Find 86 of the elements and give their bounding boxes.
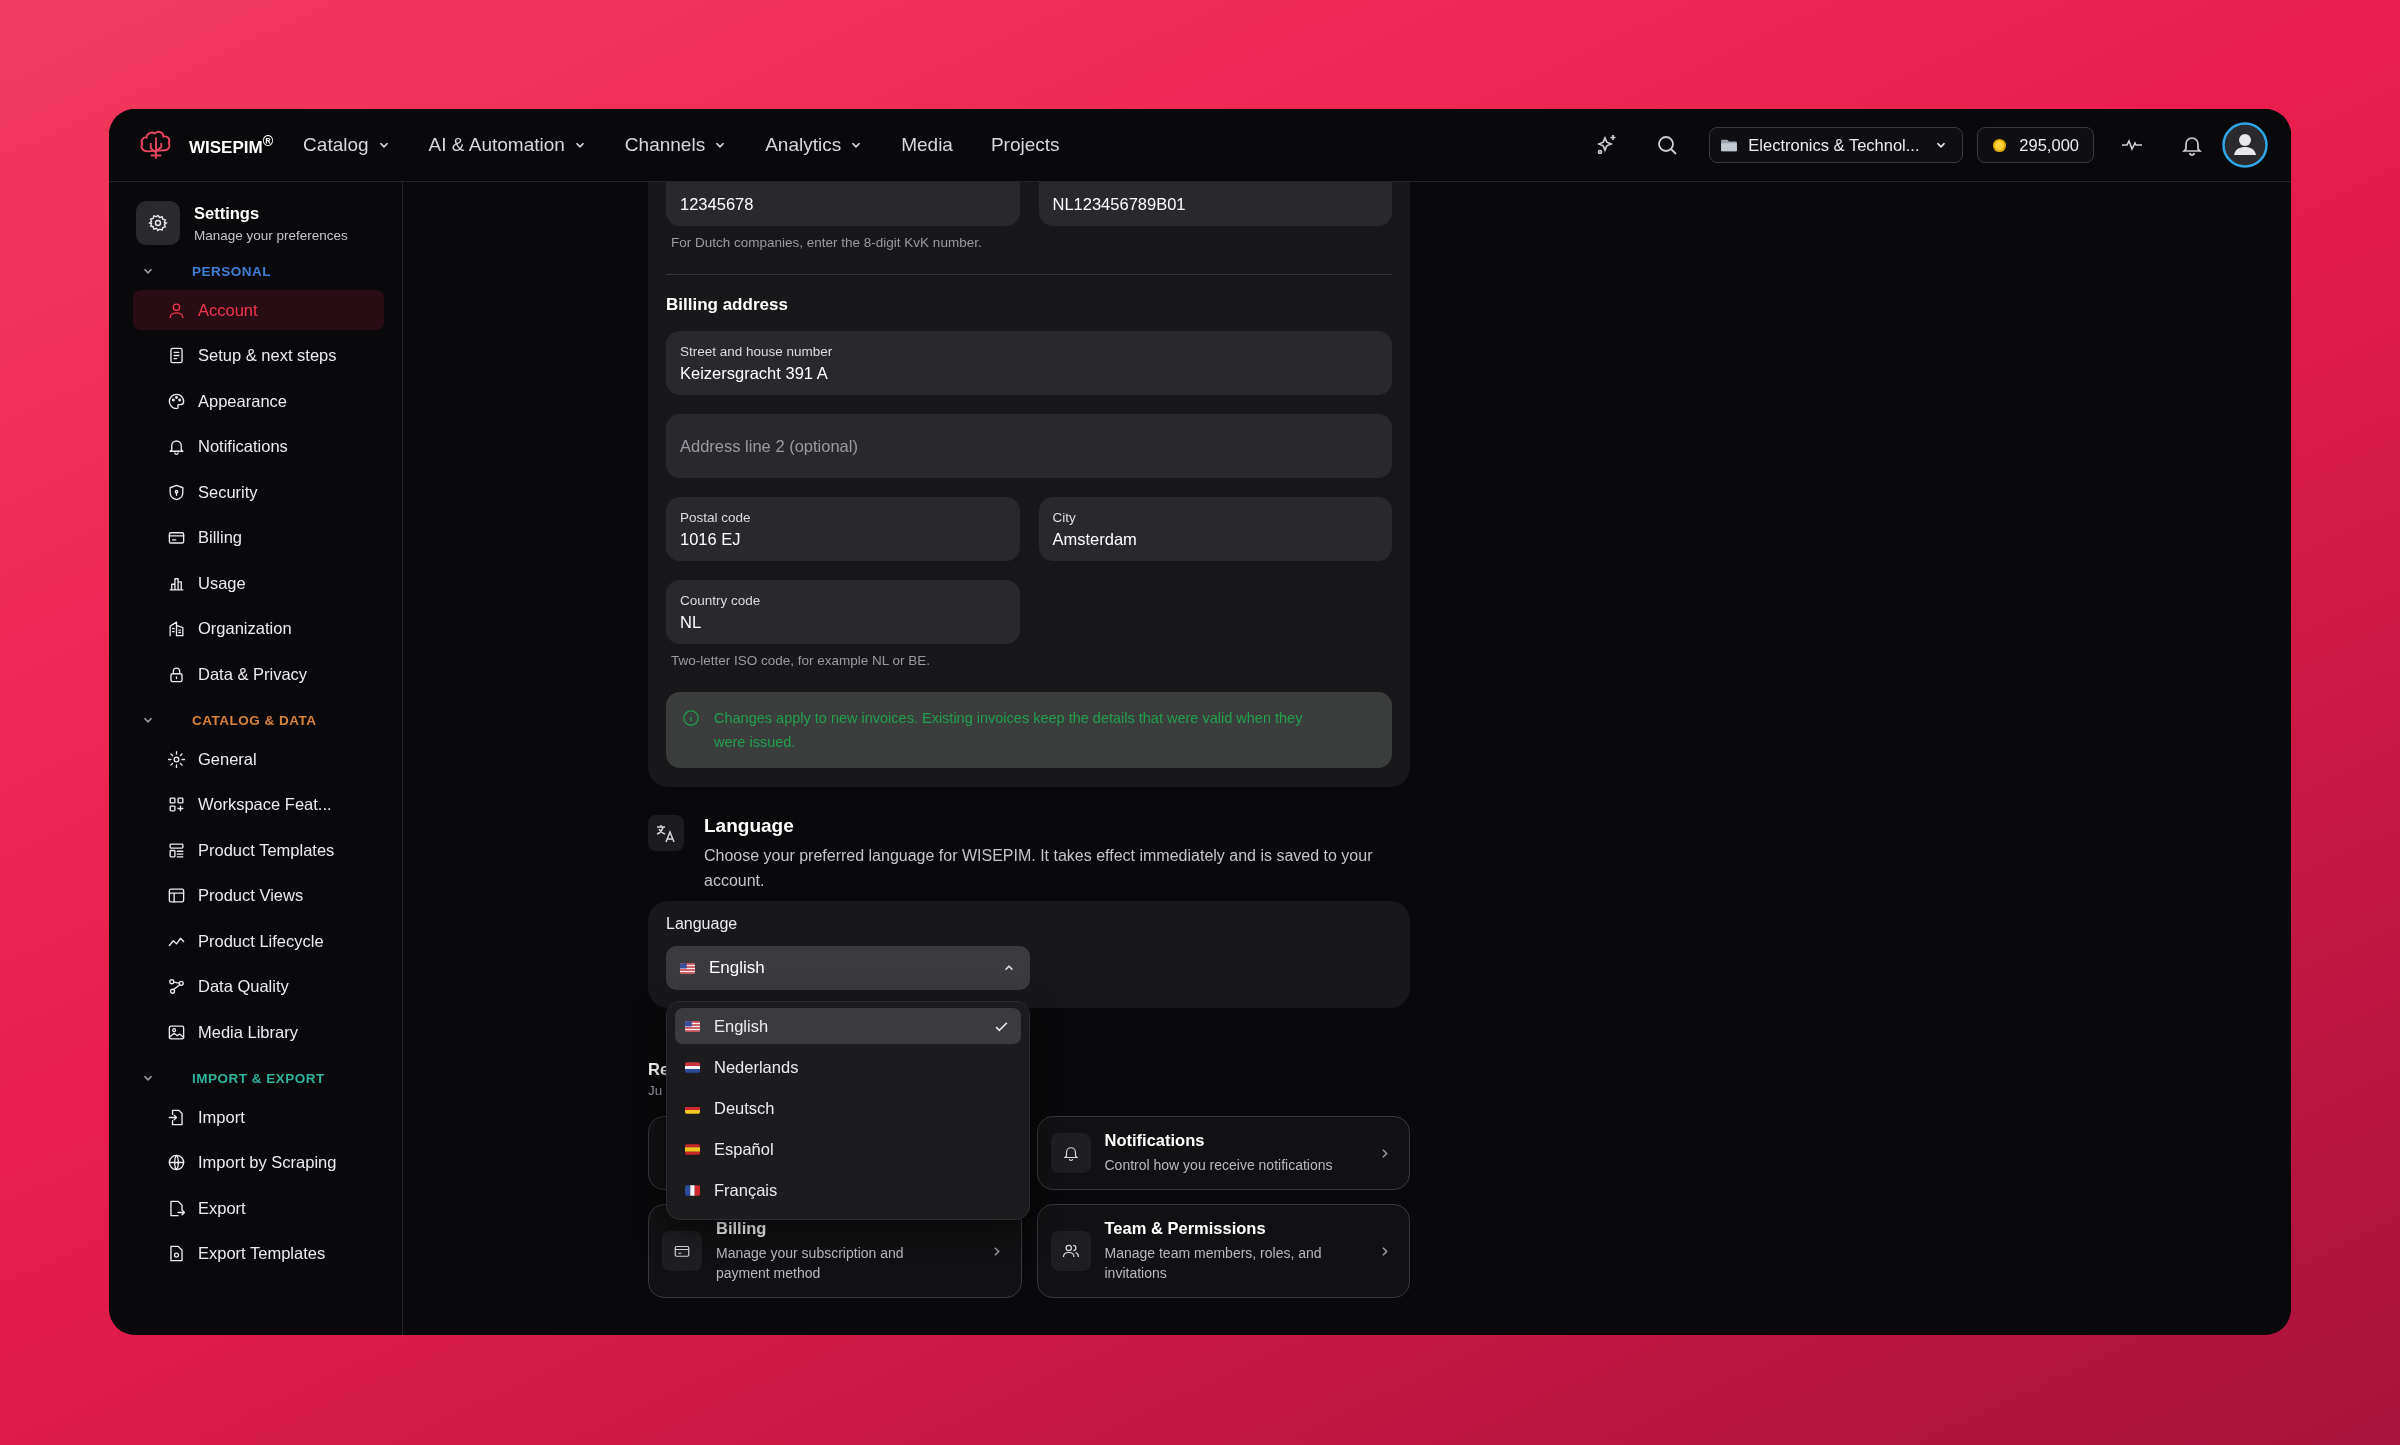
hint-text: For Dutch companies, enter the 8-digit KvK number. [671,235,983,250]
translate-icon [648,815,684,851]
file-export-icon [167,1198,186,1218]
nav-menu-item[interactable]: Channels [624,134,728,156]
bell-icon [167,437,186,456]
hint-text: Two-letter ISO code, for example NL or BE. [671,653,932,668]
notice-text: Changes apply to new invoices. Existing invoices keep the details that were valid when they were issued. [714,709,1304,752]
language-select[interactable]: English [666,946,1030,990]
nodes-icon [167,977,186,996]
sidebar-item[interactable]: Account [133,290,384,330]
image-icon [167,1022,186,1042]
section-description: Choose your preferred language for WISEPIM. It takes effect immediately and is saved to your account. [704,846,1374,891]
input-field[interactable]: Street and house number Keizersgracht 391 A [666,331,1392,395]
palette-icon [167,391,186,411]
sidebar-item[interactable]: Import [133,1097,384,1137]
grid-icon [167,795,186,814]
section-heading: CATALOG & DATA [192,712,317,728]
language-option[interactable]: Nederlands [675,1049,1021,1085]
sidebar-item[interactable]: Import by Scraping [133,1142,384,1183]
flag-icon [685,1020,700,1032]
brand-name: WISEPIM$^{®}$ [189,132,274,158]
sidebar-item[interactable]: Product Lifecycle [133,921,384,961]
sidebar-item[interactable]: Security [133,472,384,512]
language-option[interactable]: Español [675,1131,1021,1167]
sidebar-item[interactable]: Data Quality [133,966,384,1007]
card-icon [662,1231,702,1271]
input-field[interactable]: Address line 2 (optional) [666,414,1392,478]
nav-menu-item[interactable]: Projects [990,134,1060,156]
sidebar-item[interactable]: Setup & next steps [133,335,384,376]
sidebar-item[interactable]: General [133,739,384,779]
bell-icon [1050,1133,1091,1173]
sidebar-item[interactable]: Organization [133,608,384,649]
sidebar-item[interactable]: Data & Privacy [133,654,384,694]
file-import-icon [167,1107,186,1127]
section-title: Language [704,815,795,837]
people-icon [1050,1231,1091,1271]
input-field[interactable]: NL123456789B01 [1038,182,1392,226]
flag-icon [685,1061,700,1073]
person-icon [167,300,186,320]
avatar-icon[interactable] [2222,122,2268,168]
sidebar-item[interactable]: Product Views [133,875,384,916]
globe-icon [167,1153,186,1172]
settings-icon [136,201,180,245]
workspace-selector[interactable]: Electronics & Technol... [1709,127,1964,163]
sidebar-item[interactable]: Export Templates [133,1233,384,1274]
sidebar-subtitle: Manage your preferences [194,227,348,243]
sidebar-item[interactable]: Product Templates [133,830,384,870]
nav-menu-item[interactable]: AI & Automation [428,134,587,156]
sidebar-item[interactable]: Usage [133,563,384,603]
sidebar-item[interactable]: Appearance [133,381,384,421]
shield-icon [167,482,186,502]
nav-menu-item[interactable]: Analytics [765,134,864,156]
sidebar-item[interactable]: Media Library [133,1012,384,1052]
sidebar-title: Settings [194,203,261,223]
sidebar-item[interactable]: Export [133,1188,384,1228]
template-icon [167,840,186,860]
language-option[interactable]: Deutsch [675,1090,1021,1126]
section-heading: PERSONAL [192,263,271,279]
input-field[interactable]: City Amsterdam [1038,497,1392,561]
nav-menu-item[interactable]: Catalog [303,134,391,156]
info-icon [682,709,700,727]
sidebar-item[interactable]: Billing [133,517,384,558]
flag-icon [685,1184,700,1196]
lock-icon [167,664,186,684]
flag-icon [685,1143,700,1155]
section-heading: IMPORT & EXPORT [192,1070,325,1086]
sidebar-item[interactable]: Notifications [133,426,384,467]
sidebar-item[interactable]: Workspace Feat... [133,784,384,825]
clipboard-icon [167,346,186,365]
nav-menu-item[interactable]: Media [901,134,953,156]
folder-icon [1720,138,1739,152]
input-field[interactable]: Postal code 1016 EJ [666,497,1020,561]
input-field[interactable]: 12345678 [666,182,1020,226]
section-subtitle: Ju [648,1083,664,1098]
table-icon [167,886,186,905]
settings-link-card[interactable]: Notifications Control how you receive notifications [1036,1116,1410,1190]
section-title: Billing address [666,295,789,315]
coin-icon [1992,137,2008,153]
settings-link-card[interactable]: Team & Permissions Manage team members, roles, and invitations [1036,1204,1410,1298]
flag-icon [680,962,695,974]
building-icon [167,619,186,638]
credits-button[interactable]: 295,000 [1977,127,2094,163]
file-gear-icon [167,1244,186,1263]
language-option[interactable]: English [675,1008,1021,1044]
input-field[interactable]: Country code NL [666,580,1020,644]
field-label: Language [666,915,739,933]
